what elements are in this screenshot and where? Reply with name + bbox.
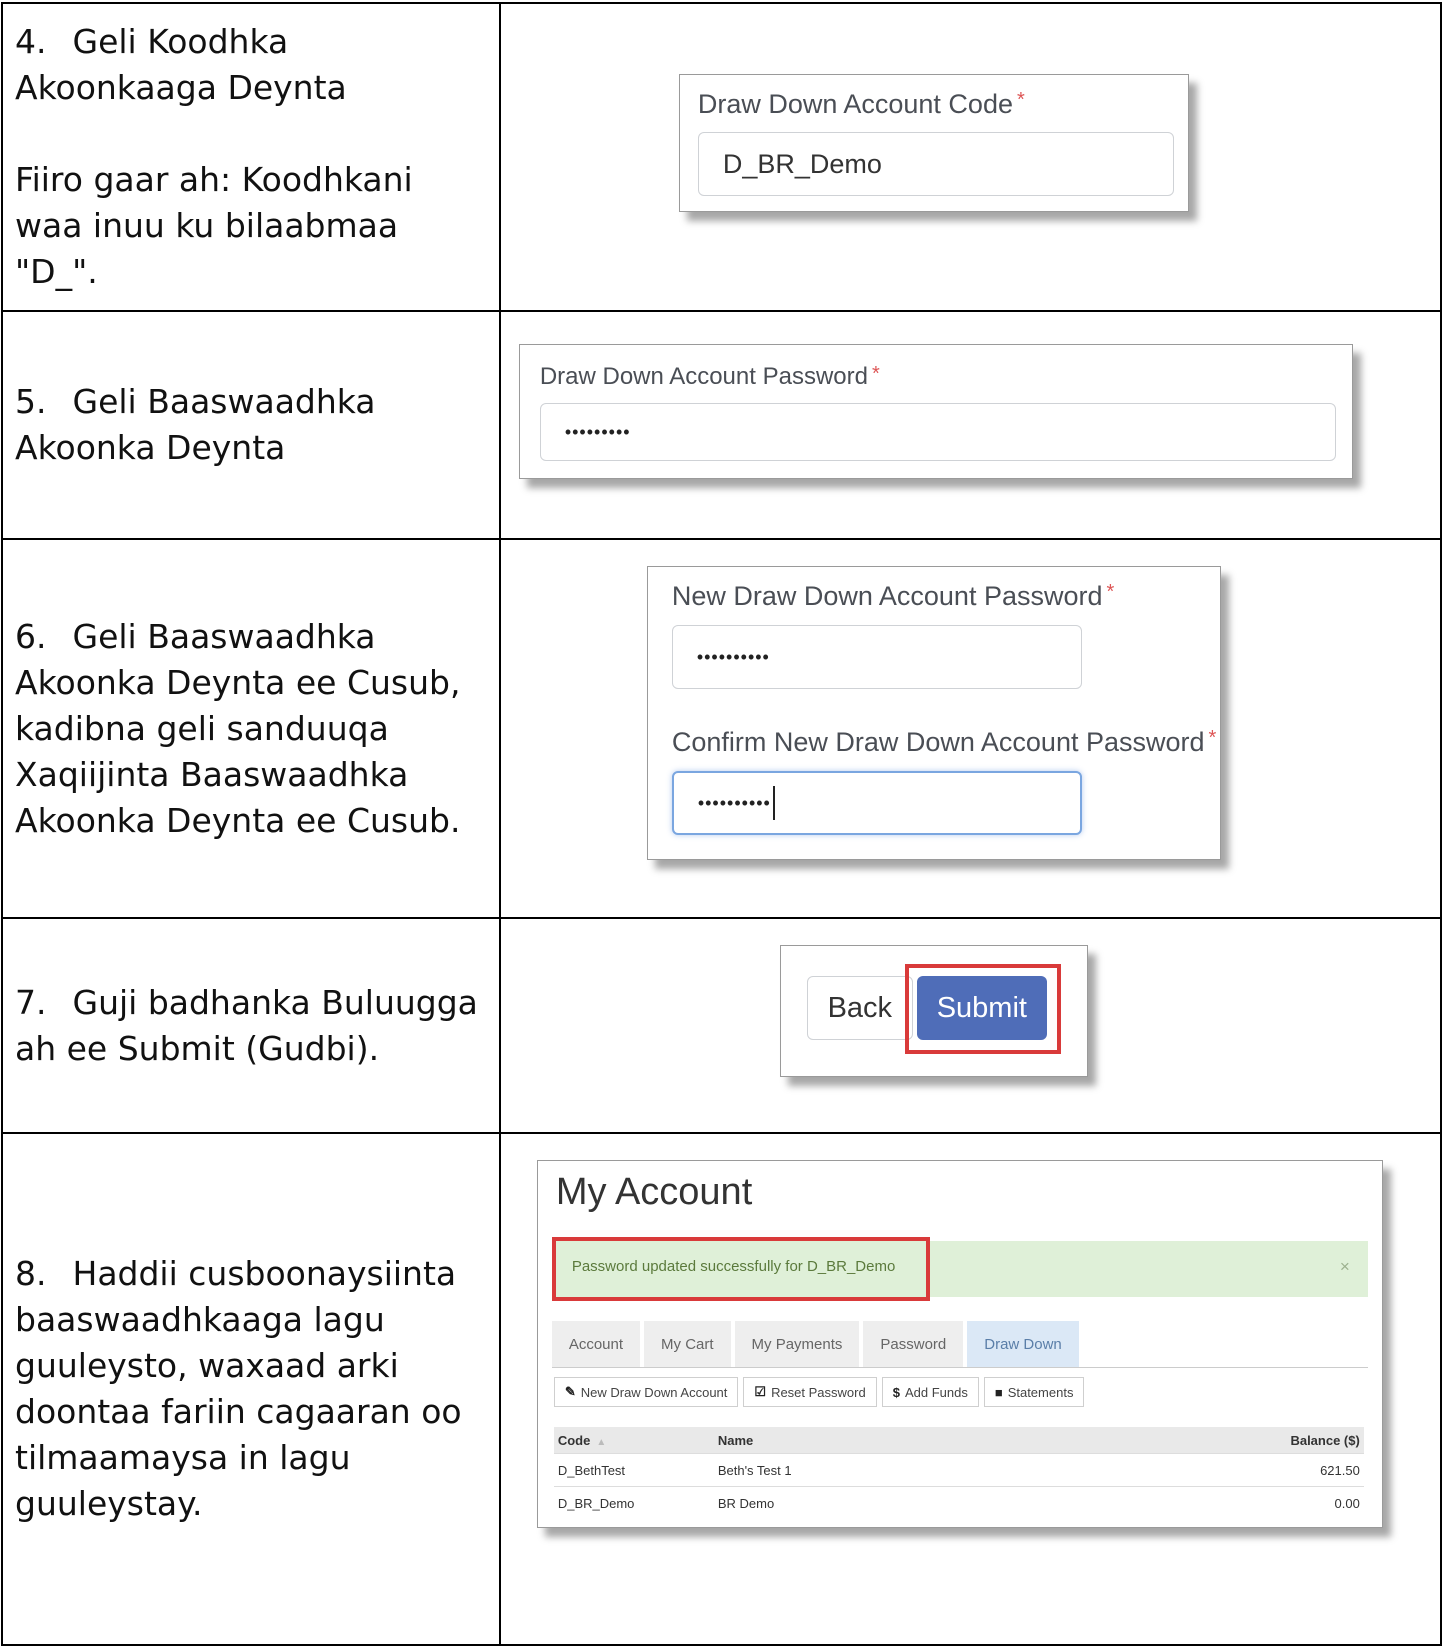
cell-balance: 0.00 <box>1334 1495 1360 1511</box>
step-screenshot-5: Draw Down Account Password * ••••••••• <box>498 310 1442 540</box>
step-row-7: 7. Guji badhanka Buluugga ah ee Submit (G… <box>1 917 1442 1134</box>
step-number: 6. <box>15 616 47 656</box>
confirm-password-label: Confirm New Draw Down Account Password * <box>671 727 1217 757</box>
column-header-balance[interactable]: Balance ($) <box>1240 1433 1364 1448</box>
pencil-icon: ✎ <box>564 1384 576 1399</box>
folder-icon: ■ <box>994 1384 1003 1400</box>
text-caret <box>772 786 775 820</box>
step-instruction-4: 4. Geli Koodhka Akoonkaaga Deynta Fiiro g… <box>1 2 501 312</box>
new-password-input[interactable]: •••••••••• <box>671 625 1082 689</box>
step-number: 7. <box>15 982 47 1022</box>
step-number: 5. <box>15 382 47 421</box>
step-row-6: 6. Geli Baaswaadhka Akoonka Deynta ee Cus… <box>1 538 1442 919</box>
tab-my-payments[interactable]: My Payments <box>734 1321 860 1367</box>
account-tabs: Account My Cart My Payments Password Dra… <box>551 1321 1368 1368</box>
step-row-8: 8. Haddii cusboonaysiinta baaswaadhkaaga … <box>1 1132 1442 1646</box>
edit-icon: ☑ <box>754 1384 767 1399</box>
cell-name: BR Demo <box>717 1495 775 1511</box>
close-icon[interactable]: × <box>1340 1257 1350 1277</box>
account-password-input[interactable]: ••••••••• <box>539 403 1336 461</box>
table-header: Code ▲ Name Balance ($) <box>553 1427 1364 1453</box>
step-instruction-8: 8. Haddii cusboonaysiinta baaswaadhkaaga … <box>1 1132 501 1646</box>
back-button[interactable]: Back <box>806 976 913 1040</box>
step-screenshot-8: My Account Password updated successfully… <box>498 1132 1442 1646</box>
required-marker: * <box>1208 727 1217 749</box>
highlight-box <box>551 1237 930 1301</box>
cell-name: Beth's Test 1 <box>717 1462 792 1478</box>
reset-password-button[interactable]: ☑ Reset Password <box>743 1377 877 1407</box>
step-row-5: 5. Geli Baaswaadhka Akoonka Deynta Draw D… <box>1 310 1442 540</box>
account-code-panel: Draw Down Account Code * D_BR_Demo <box>678 74 1189 212</box>
new-password-panel: New Draw Down Account Password * ••••••••… <box>646 566 1221 860</box>
new-password-label: New Draw Down Account Password * <box>671 581 1115 611</box>
new-draw-down-account-button[interactable]: ✎ New Draw Down Account <box>553 1377 739 1407</box>
highlight-box <box>904 964 1061 1054</box>
step-screenshot-6: New Draw Down Account Password * ••••••••… <box>498 538 1442 919</box>
account-code-input[interactable]: D_BR_Demo <box>697 132 1174 196</box>
cell-code: D_BR_Demo <box>557 1495 635 1511</box>
step-text: Geli Baaswaadhka Akoonka Deynta <box>15 382 376 467</box>
instruction-table: 4. Geli Koodhka Akoonkaaga Deynta Fiiro g… <box>1 2 1442 1646</box>
step-number: 8. <box>15 1254 47 1293</box>
account-password-label: Draw Down Account Password * <box>539 363 880 390</box>
table-row[interactable]: D_BR_Demo BR Demo 0.00 <box>553 1486 1364 1519</box>
step-instruction-5: 5. Geli Baaswaadhka Akoonka Deynta <box>1 310 501 540</box>
tab-password[interactable]: Password <box>863 1321 964 1367</box>
my-account-panel: My Account Password updated successfully… <box>536 1160 1383 1528</box>
required-marker: * <box>1106 581 1115 603</box>
step-screenshot-7: Back Submit <box>498 917 1442 1134</box>
tab-account[interactable]: Account <box>551 1321 641 1367</box>
statements-button[interactable]: ■ Statements <box>983 1377 1085 1407</box>
required-marker: * <box>871 363 880 385</box>
page-title: My Account <box>555 1171 753 1213</box>
column-header-name[interactable]: Name <box>714 1433 1240 1448</box>
accounts-table: Code ▲ Name Balance ($) D_BethTest Beth's… <box>553 1427 1364 1519</box>
step-number: 4. <box>15 22 47 61</box>
step-screenshot-4: Draw Down Account Code * D_BR_Demo <box>498 2 1442 312</box>
tab-draw-down[interactable]: Draw Down <box>967 1321 1079 1367</box>
account-code-label: Draw Down Account Code * <box>697 89 1025 119</box>
step-row-4: 4. Geli Koodhka Akoonkaaga Deynta Fiiro g… <box>1 2 1442 312</box>
add-funds-button[interactable]: $ Add Funds <box>881 1377 979 1407</box>
dollar-icon: $ <box>892 1384 900 1400</box>
step-text: Geli Koodhka Akoonkaaga Deynta <box>15 22 347 107</box>
step-note: Fiiro gaar ah: Koodhkani waa inuu ku bil… <box>15 160 413 291</box>
account-password-panel: Draw Down Account Password * ••••••••• <box>518 344 1353 479</box>
step-text: Geli Baaswaadhka Akoonka Deynta ee Cusub… <box>15 616 461 840</box>
step-instruction-7: 7. Guji badhanka Buluugga ah ee Submit (G… <box>1 917 501 1134</box>
required-marker: * <box>1016 89 1025 111</box>
cell-balance: 621.50 <box>1320 1462 1360 1478</box>
toolbar: ✎ New Draw Down Account ☑ Reset Password $… <box>553 1377 1085 1407</box>
confirm-password-input[interactable]: •••••••••• <box>671 771 1082 835</box>
form-buttons-panel: Back Submit <box>779 945 1088 1077</box>
column-header-code[interactable]: Code ▲ <box>554 1433 714 1448</box>
step-text: Haddii cusboonaysiinta baaswaadhkaaga la… <box>15 1254 462 1523</box>
cell-code: D_BethTest <box>557 1462 626 1478</box>
tab-my-cart[interactable]: My Cart <box>644 1321 731 1367</box>
table-row[interactable]: D_BethTest Beth's Test 1 621.50 <box>553 1453 1364 1486</box>
step-instruction-6: 6. Geli Baaswaadhka Akoonka Deynta ee Cus… <box>1 538 501 919</box>
sort-asc-icon: ▲ <box>596 1436 607 1448</box>
step-text: Guji badhanka Buluugga ah ee Submit (Gud… <box>15 982 478 1068</box>
